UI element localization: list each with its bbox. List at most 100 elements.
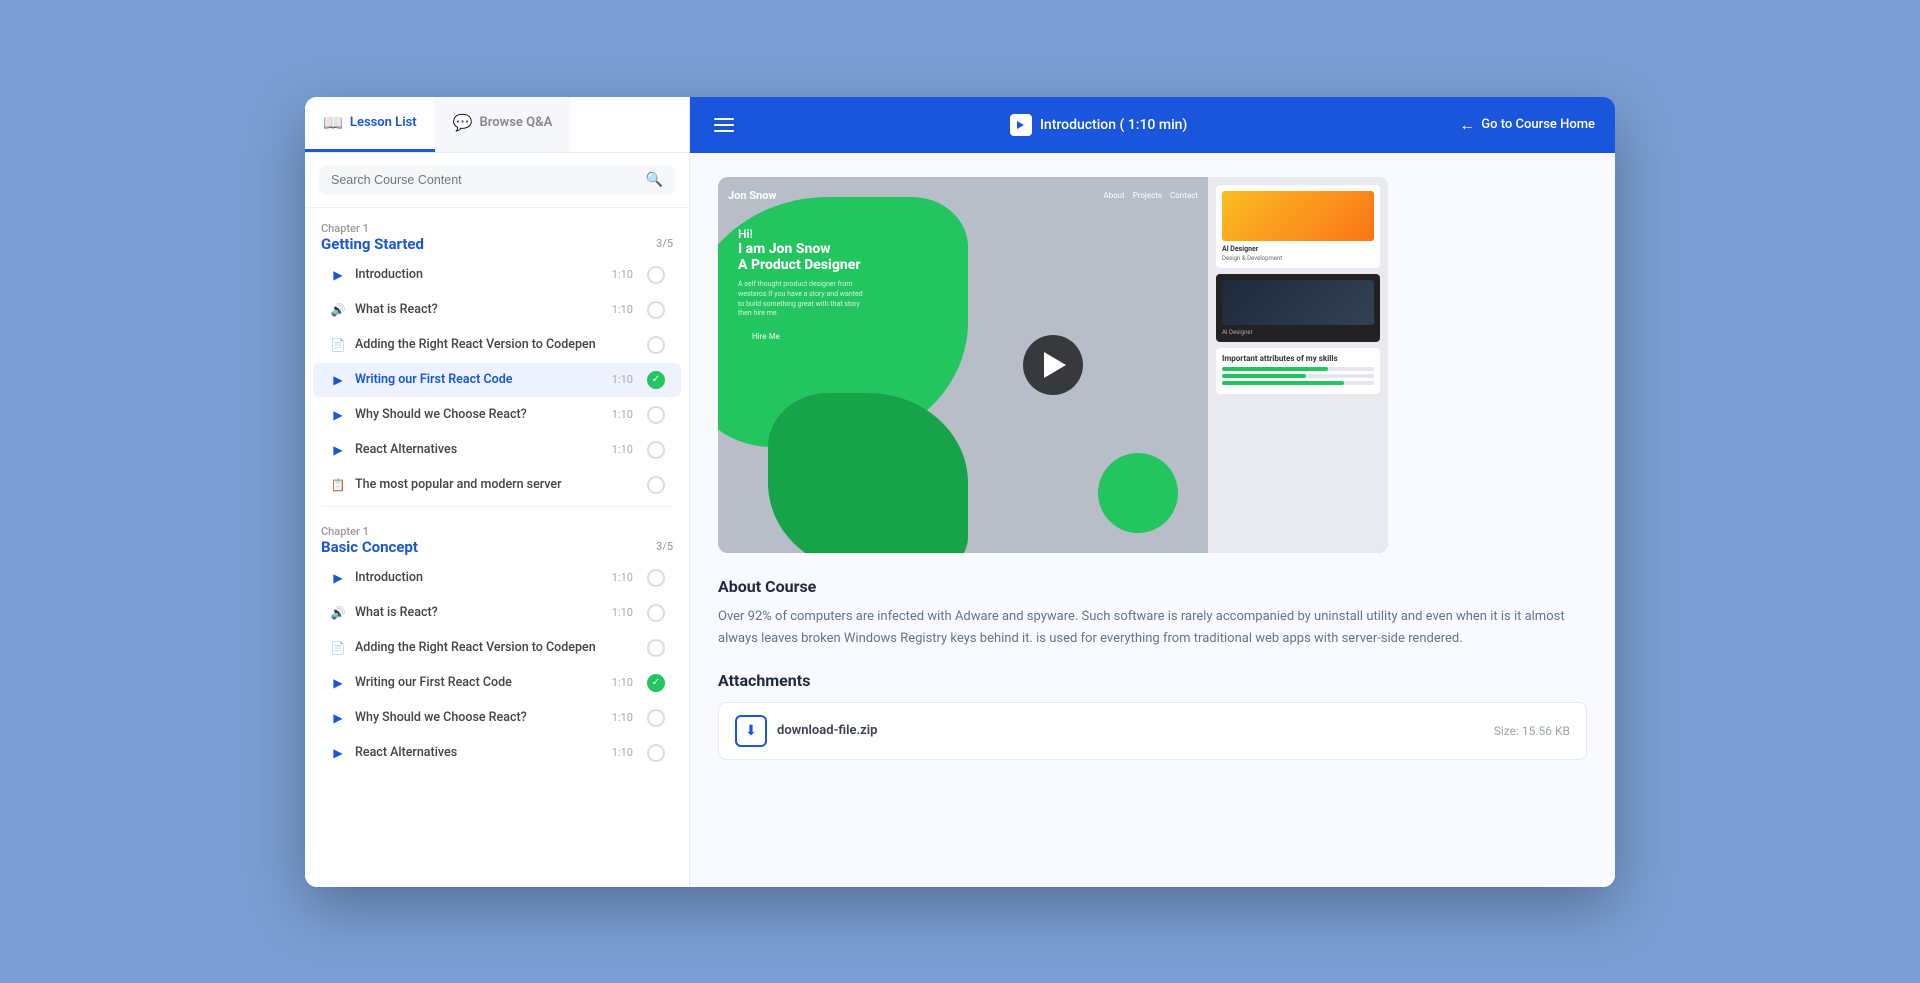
hamburger-line	[714, 118, 734, 120]
nav-center: Introduction ( 1:10 min)	[752, 114, 1445, 136]
lesson-list-icon: 📖	[323, 113, 343, 132]
file-download-icon: ⬇	[735, 715, 767, 747]
search-box: 🔍	[319, 165, 675, 195]
mock-hero: Hi! I am Jon Snow A Product Designer A s…	[738, 227, 868, 347]
list-item[interactable]: 📄 Adding the Right React Version to Code…	[313, 328, 681, 362]
mock-hire-btn[interactable]: Hire Me	[738, 327, 794, 346]
go-to-course-home-link[interactable]: ← Go to Course Home	[1459, 115, 1595, 135]
lesson-duration: 1:10	[612, 571, 633, 584]
lesson-duration: 1:10	[612, 676, 633, 689]
lesson-title: Introduction	[355, 570, 604, 585]
video-icon: ▶	[329, 569, 347, 587]
lesson-duration: 1:10	[612, 373, 633, 386]
audio-icon: 🔊	[329, 301, 347, 319]
about-section: About Course Over 92% of computers are i…	[718, 577, 1587, 650]
attachment-item[interactable]: ⬇ download-file.zip Size: 15.56 KB	[718, 702, 1587, 760]
list-item[interactable]: ▶ React Alternatives 1:10	[313, 433, 681, 467]
skill-fill-2	[1222, 374, 1306, 378]
lesson-checkbox[interactable]	[647, 476, 665, 494]
mock-logo: Jon Snow	[728, 189, 776, 202]
mock-card-1: Al Designer Design & Development	[1216, 185, 1380, 268]
quiz-icon: 📋	[329, 476, 347, 494]
lesson-duration: 1:10	[612, 408, 633, 421]
chapter-1-progress: 3/5	[656, 237, 673, 250]
search-input[interactable]	[331, 173, 638, 187]
tab-browse-qa[interactable]: 💬 Browse Q&A	[435, 97, 571, 152]
skill-fill-3	[1222, 381, 1344, 385]
list-item[interactable]: ▶ React Alternatives 1:10	[313, 736, 681, 770]
skill-bar-1	[1222, 367, 1374, 371]
lesson-title: Adding the Right React Version to Codepe…	[355, 640, 625, 655]
mock-img-2	[1222, 280, 1374, 325]
lesson-checkbox[interactable]	[647, 441, 665, 459]
file-name: download-file.zip	[777, 723, 877, 738]
mock-card-text-1: Design & Development	[1222, 255, 1374, 262]
attachment-left: ⬇ download-file.zip	[735, 715, 877, 747]
mock-skills-card: Important attributes of my skills	[1216, 348, 1380, 394]
main-content: Introduction ( 1:10 min) ← Go to Course …	[690, 97, 1615, 887]
lesson-checkbox[interactable]: ✓	[647, 371, 665, 389]
mock-name-line1: I am Jon Snow	[738, 241, 868, 258]
file-size: Size: 15.56 KB	[1494, 724, 1570, 738]
video-icon: ▶	[329, 371, 347, 389]
doc-icon: 📄	[329, 639, 347, 657]
sidebar-content: Chapter 1 Getting Started 3/5 ▶ Introduc…	[305, 208, 689, 887]
lesson-checkbox[interactable]	[647, 301, 665, 319]
about-title: About Course	[718, 577, 1587, 596]
list-item[interactable]: ▶ Writing our First React Code 1:10 ✓	[313, 666, 681, 700]
mock-desc: A self thought product designer from wes…	[738, 280, 868, 319]
lesson-title: React Alternatives	[355, 442, 604, 457]
lesson-checkbox[interactable]	[647, 604, 665, 622]
attachments-section: Attachments ⬇ download-file.zip Size: 15…	[718, 671, 1587, 760]
hamburger-line	[714, 130, 734, 132]
lesson-duration: 1:10	[612, 443, 633, 456]
audio-icon: 🔊	[329, 604, 347, 622]
video-icon: ▶	[329, 744, 347, 762]
chapter-1-label: Chapter 1	[321, 222, 673, 235]
mock-card-2: AI Designer	[1216, 274, 1380, 342]
lesson-checkbox[interactable]	[647, 744, 665, 762]
chapter-2-title: Basic Concept	[321, 538, 418, 556]
mock-nav: Jon Snow About Projects Contact	[728, 189, 1198, 202]
video-icon: ▶	[329, 406, 347, 424]
lesson-title: Introduction	[355, 267, 604, 282]
hamburger-line	[714, 124, 734, 126]
list-item[interactable]: 📋 The most popular and modern server	[313, 468, 681, 502]
mock-name-line2: A Product Designer	[738, 257, 868, 274]
nav-video-icon	[1010, 114, 1032, 136]
mock-skills-label: Important attributes of my skills	[1222, 354, 1374, 363]
search-icon: 🔍	[646, 172, 663, 188]
video-icon: ▶	[329, 266, 347, 284]
hamburger-button[interactable]	[710, 114, 738, 136]
lesson-checkbox[interactable]	[647, 336, 665, 354]
lesson-checkbox[interactable]	[647, 569, 665, 587]
list-item[interactable]: ▶ Why Should we Choose React? 1:10	[313, 398, 681, 432]
list-item[interactable]: 🔊 What is React? 1:10	[313, 596, 681, 630]
list-item[interactable]: ▶ Writing our First React Code 1:10 ✓	[313, 363, 681, 397]
nav-home-label: Go to Course Home	[1481, 117, 1595, 132]
list-item[interactable]: 🔊 What is React? 1:10	[313, 293, 681, 327]
tab-lesson-list[interactable]: 📖 Lesson List	[305, 97, 435, 152]
list-item[interactable]: ▶ Why Should we Choose React? 1:10	[313, 701, 681, 735]
chapter-1-header: Chapter 1 Getting Started 3/5	[305, 208, 689, 257]
video-player[interactable]: Jon Snow About Projects Contact Hi! I am…	[718, 177, 1388, 554]
mock-nav-projects: Projects	[1133, 191, 1162, 200]
lesson-title: Why Should we Choose React?	[355, 710, 604, 725]
lesson-checkbox[interactable]	[647, 709, 665, 727]
video-icon: ▶	[329, 441, 347, 459]
lesson-checkbox[interactable]	[647, 639, 665, 657]
list-item[interactable]: ▶ Introduction 1:10	[313, 561, 681, 595]
sidebar: 📖 Lesson List 💬 Browse Q&A 🔍 Chapter 1 G…	[305, 97, 690, 887]
skill-bar-2	[1222, 374, 1374, 378]
play-button[interactable]	[1023, 335, 1083, 395]
lesson-title: Writing our First React Code	[355, 675, 604, 690]
lesson-checkbox[interactable]: ✓	[647, 674, 665, 692]
attachments-title: Attachments	[718, 671, 1587, 690]
lesson-checkbox[interactable]	[647, 406, 665, 424]
lesson-checkbox[interactable]	[647, 266, 665, 284]
lesson-duration: 1:10	[612, 606, 633, 619]
lesson-duration: 1:10	[612, 268, 633, 281]
list-item[interactable]: 📄 Adding the Right React Version to Code…	[313, 631, 681, 665]
list-item[interactable]: ▶ Introduction 1:10	[313, 258, 681, 292]
mock-card-title-1: Al Designer	[1222, 245, 1374, 253]
